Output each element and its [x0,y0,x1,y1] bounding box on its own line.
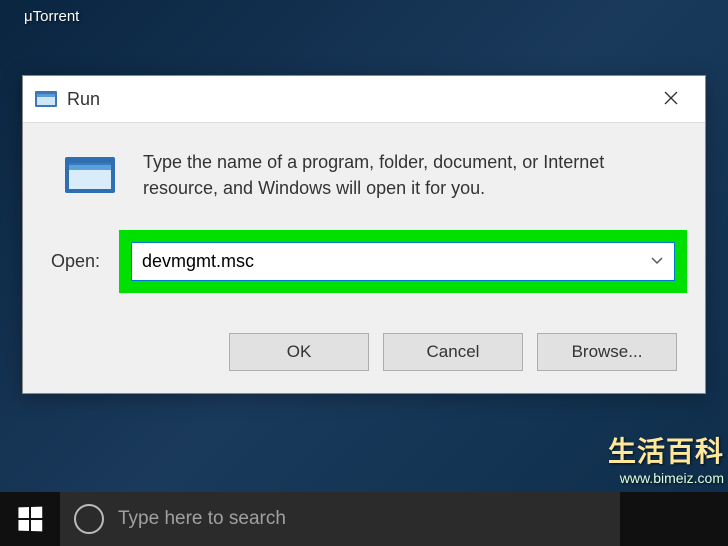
cancel-button[interactable]: Cancel [383,333,523,371]
run-large-icon [51,149,119,202]
open-combobox[interactable] [131,242,675,281]
dialog-body: Type the name of a program, folder, docu… [23,123,705,313]
titlebar: Run [23,76,705,123]
watermark-text-1: 生活百科 [608,430,724,470]
taskbar-search[interactable]: Type here to search [60,492,620,546]
taskbar: Type here to search [0,492,728,546]
run-icon [35,90,57,108]
instruction-text: Type the name of a program, folder, docu… [143,149,677,201]
open-row: Open: [51,230,677,293]
start-button[interactable] [0,492,60,546]
dialog-title: Run [67,89,100,110]
windows-logo-icon [18,507,42,531]
close-icon [664,89,678,110]
ok-button[interactable]: OK [229,333,369,371]
close-button[interactable] [649,84,693,114]
desktop-icon-utorrent[interactable]: μTorrent [24,8,79,25]
search-placeholder: Type here to search [118,508,286,530]
instruction-row: Type the name of a program, folder, docu… [51,149,677,202]
run-dialog: Run Type the name of a program, folder, … [22,75,706,394]
watermark-text-2: www.bimeiz.com [608,470,724,486]
titlebar-left: Run [35,89,100,110]
open-input[interactable] [132,243,674,280]
cortana-icon [74,504,104,534]
open-label: Open: [51,251,103,272]
input-highlight [119,230,687,293]
watermark: 生活百科 www.bimeiz.com [608,430,724,486]
button-row: OK Cancel Browse... [23,313,705,393]
browse-button[interactable]: Browse... [537,333,677,371]
desktop-icon-label: μTorrent [24,8,79,25]
